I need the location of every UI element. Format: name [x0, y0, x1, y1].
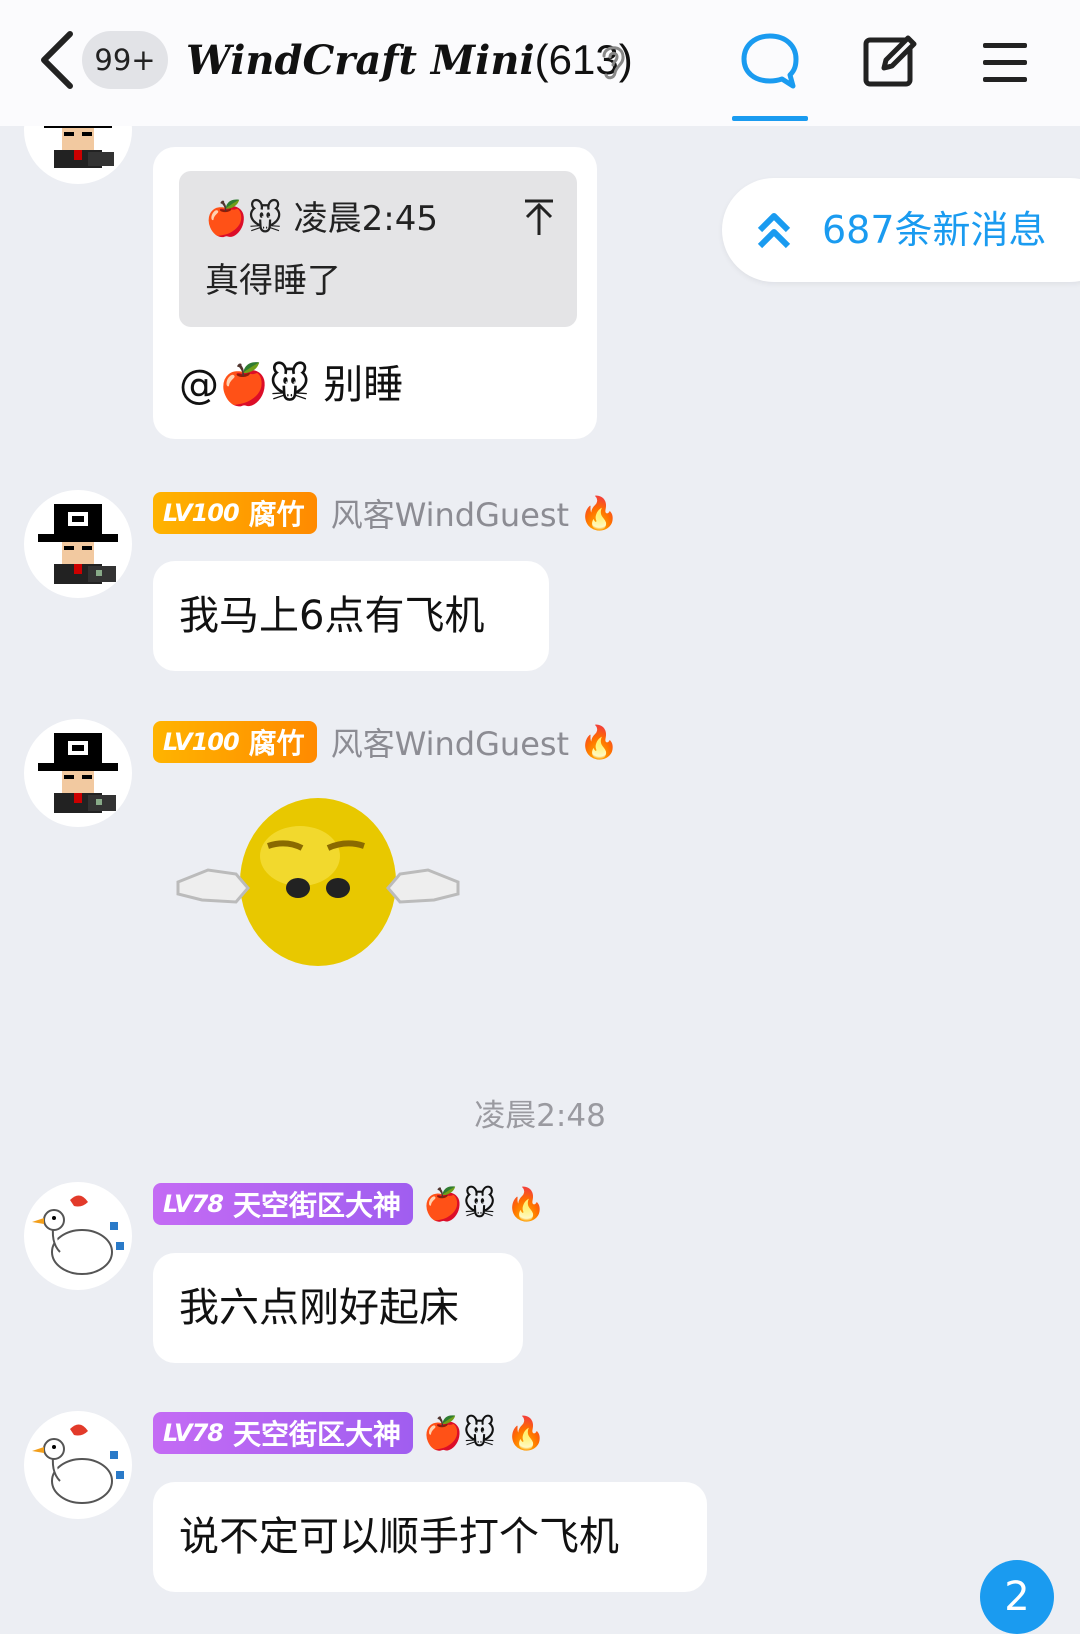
message-text: 说不定可以顺手打个飞机	[179, 1514, 619, 1560]
quote-header: 🍎🐭 凌晨2:45	[205, 195, 438, 243]
message-text: 我六点刚好起床	[179, 1285, 459, 1331]
level-badge: LV78 天空街区大神	[153, 1412, 413, 1454]
flame-icon: 🔥	[579, 723, 619, 761]
quote-sender: 🍎🐭	[205, 199, 283, 239]
sender-info: LV100 腐竹 风客WindGuest 🔥	[153, 719, 619, 765]
title-text: 天空街区大神	[232, 1418, 401, 1451]
sender-info: LV78 天空街区大神 🍎🐭 🔥	[153, 1181, 546, 1227]
new-messages-button[interactable]: 687条新消息	[722, 178, 1080, 282]
message-text: 我马上6点有飞机	[179, 593, 485, 639]
edit-icon[interactable]	[858, 30, 922, 94]
group-name: WindCraft Mini	[186, 37, 535, 84]
avatar[interactable]	[24, 490, 132, 598]
yellow-face-sticker[interactable]	[168, 796, 468, 976]
sender-nickname[interactable]: 风客WindGuest	[331, 719, 569, 765]
chat-bubble-icon[interactable]	[738, 30, 802, 94]
back-arrow-icon[interactable]	[36, 28, 80, 92]
flame-icon: 🔥	[506, 1185, 547, 1223]
pixel-hat-man-avatar-icon	[38, 504, 118, 584]
goose-avatar-icon	[32, 1195, 124, 1275]
level-text: LV100	[163, 728, 240, 756]
level-text: LV100	[163, 499, 240, 527]
level-text: LV78	[163, 1190, 224, 1218]
sender-info: LV78 天空街区大神 🍎🐭 🔥	[153, 1410, 546, 1456]
avatar[interactable]	[24, 719, 132, 827]
quote-time: 凌晨2:45	[293, 199, 438, 239]
flame-icon: 🔥	[579, 494, 619, 532]
top-bar: 99+ WindCraft Mini(613)	[0, 0, 1080, 126]
pixel-hat-man-avatar-icon	[38, 733, 118, 813]
level-badge: LV100 腐竹	[153, 721, 317, 763]
avatar[interactable]	[24, 1411, 132, 1519]
message-bubble[interactable]: 我六点刚好起床	[153, 1253, 523, 1363]
message-text: @🍎🐭 别睡	[179, 362, 404, 408]
level-badge: LV100 腐竹	[153, 492, 317, 534]
quote-text: 真得睡了	[205, 261, 341, 301]
goose-avatar-icon	[32, 1424, 124, 1504]
unread-float-badge[interactable]: 2	[980, 1560, 1054, 1634]
menu-icon[interactable]	[973, 30, 1037, 94]
jump-to-top-icon[interactable]	[521, 197, 557, 237]
title-text: 天空街区大神	[232, 1189, 401, 1222]
new-messages-label: 687条新消息	[822, 208, 1047, 252]
title-text: 腐竹	[248, 498, 305, 531]
flame-icon: 🔥	[506, 1414, 547, 1452]
message-bubble[interactable]: 说不定可以顺手打个飞机	[153, 1482, 707, 1592]
sender-nickname[interactable]: 🍎🐭	[423, 1185, 496, 1223]
ear-icon[interactable]	[596, 40, 630, 82]
quoted-message[interactable]: 🍎🐭 凌晨2:45 真得睡了	[179, 171, 577, 327]
group-title[interactable]: WindCraft Mini(613)	[186, 30, 633, 90]
sender-nickname[interactable]: 🍎🐭	[423, 1414, 496, 1452]
title-text: 腐竹	[248, 727, 305, 760]
time-separator: 凌晨2:48	[474, 1098, 606, 1134]
double-chevron-up-icon	[757, 213, 791, 249]
message-bubble[interactable]: 我马上6点有飞机	[153, 561, 549, 671]
sender-info: LV100 腐竹 风客WindGuest 🔥	[153, 490, 619, 536]
message-bubble[interactable]: 🍎🐭 凌晨2:45 真得睡了 @🍎🐭 别睡	[153, 147, 597, 439]
avatar[interactable]	[24, 1182, 132, 1290]
active-tab-indicator	[732, 116, 808, 121]
unread-count-badge[interactable]: 99+	[82, 31, 168, 89]
level-text: LV78	[163, 1419, 224, 1447]
sender-nickname[interactable]: 风客WindGuest	[331, 490, 569, 536]
level-badge: LV78 天空街区大神	[153, 1183, 413, 1225]
